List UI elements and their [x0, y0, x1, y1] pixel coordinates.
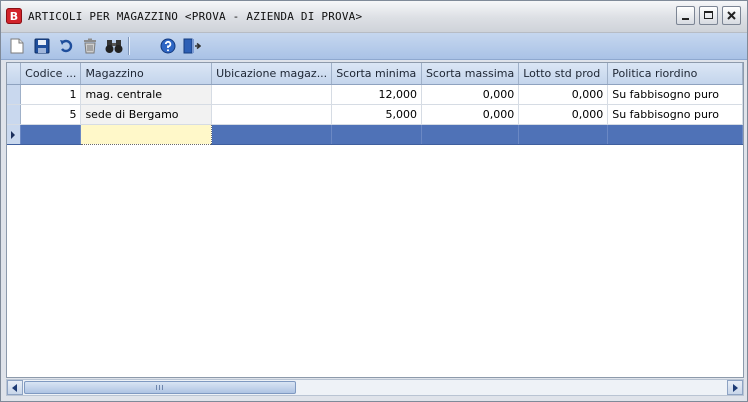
help-button[interactable]	[158, 36, 178, 56]
find-button[interactable]	[104, 36, 124, 56]
delete-icon	[84, 38, 96, 54]
new-document-icon	[10, 38, 24, 54]
row-selector-header[interactable]	[7, 63, 22, 85]
cell-ubicazione[interactable]	[211, 124, 333, 145]
cell-scorta-massima[interactable]: 0,000	[421, 104, 520, 125]
cell-politica-riordino[interactable]	[607, 124, 743, 145]
undo-icon	[60, 39, 73, 53]
table-row[interactable]: 1 mag. centrale 12,000 0,000 0,000 Su fa…	[7, 84, 743, 105]
minimize-icon	[682, 18, 689, 20]
header-row: Codice ... Magazzino Ubicazione magaz...…	[7, 63, 743, 85]
column-header-lotto-std-prod[interactable]: Lotto std prod	[518, 63, 609, 85]
undo-button[interactable]	[56, 36, 76, 56]
row-selector-current[interactable]	[7, 124, 22, 145]
column-header-magazzino[interactable]: Magazzino	[80, 63, 213, 85]
binoculars-icon	[105, 40, 123, 53]
cell-scorta-minima[interactable]	[331, 124, 422, 145]
arrow-left-icon	[12, 383, 17, 392]
column-header-codice[interactable]: Codice ...	[20, 63, 82, 85]
cell-politica-riordino[interactable]: Su fabbisogno puro	[607, 104, 743, 125]
column-header-scorta-massima[interactable]: Scorta massima	[421, 63, 520, 85]
cell-magazzino-editing[interactable]	[80, 124, 213, 145]
cell-scorta-massima[interactable]: 0,000	[421, 84, 520, 105]
exit-door-icon	[183, 38, 201, 54]
cell-magazzino[interactable]: mag. centrale	[80, 84, 213, 105]
row-selector[interactable]	[7, 84, 22, 105]
articles-table: Codice ... Magazzino Ubicazione magaz...…	[7, 63, 743, 145]
data-grid[interactable]: Codice ... Magazzino Ubicazione magaz...…	[6, 62, 744, 378]
cell-scorta-massima[interactable]	[421, 124, 520, 145]
cell-codice[interactable]: 5	[20, 104, 82, 125]
current-row-arrow-icon	[11, 131, 15, 139]
cell-lotto-std-prod[interactable]: 0,000	[518, 104, 609, 125]
cell-lotto-std-prod[interactable]	[518, 124, 609, 145]
column-header-politica-riordino[interactable]: Politica riordino	[607, 63, 743, 85]
new-document-button[interactable]	[7, 36, 27, 56]
scrollbar-thumb[interactable]	[24, 381, 296, 394]
cell-scorta-minima[interactable]: 12,000	[331, 84, 422, 105]
maximize-button[interactable]	[699, 6, 718, 25]
exit-button[interactable]	[182, 36, 202, 56]
application-window: B ARTICOLI PER MAGAZZINO <PROVA - AZIEND…	[0, 0, 748, 402]
close-icon	[727, 11, 736, 20]
table-row[interactable]: 5 sede di Bergamo 5,000 0,000 0,000 Su f…	[7, 104, 743, 125]
new-record-row[interactable]	[7, 124, 743, 145]
close-button[interactable]	[722, 6, 741, 25]
arrow-right-icon	[733, 383, 738, 392]
minimize-button[interactable]	[676, 6, 695, 25]
cell-ubicazione[interactable]	[211, 104, 333, 125]
title-bar[interactable]: B ARTICOLI PER MAGAZZINO <PROVA - AZIEND…	[1, 1, 747, 33]
cell-politica-riordino[interactable]: Su fabbisogno puro	[607, 84, 743, 105]
column-header-ubicazione[interactable]: Ubicazione magaz...	[211, 63, 333, 85]
horizontal-scrollbar[interactable]	[6, 379, 744, 396]
save-icon	[34, 38, 50, 54]
window-title: ARTICOLI PER MAGAZZINO <PROVA - AZIENDA …	[28, 10, 363, 23]
scroll-left-button[interactable]	[7, 380, 23, 395]
help-icon	[160, 38, 176, 54]
cell-ubicazione[interactable]	[211, 84, 333, 105]
row-selector[interactable]	[7, 104, 22, 125]
cell-codice[interactable]	[20, 124, 82, 145]
column-header-scorta-minima[interactable]: Scorta minima	[331, 63, 422, 85]
scroll-right-button[interactable]	[727, 380, 743, 395]
save-button[interactable]	[32, 36, 52, 56]
cell-magazzino[interactable]: sede di Bergamo	[80, 104, 213, 125]
cell-lotto-std-prod[interactable]: 0,000	[518, 84, 609, 105]
app-logo-icon[interactable]: B	[6, 8, 22, 24]
toolbar-separator	[128, 37, 130, 55]
maximize-icon	[704, 11, 713, 19]
scrollbar-grip-icon	[156, 385, 164, 390]
cell-codice[interactable]: 1	[20, 84, 82, 105]
toolbar	[1, 33, 747, 60]
delete-button[interactable]	[80, 36, 100, 56]
cell-scorta-minima[interactable]: 5,000	[331, 104, 422, 125]
